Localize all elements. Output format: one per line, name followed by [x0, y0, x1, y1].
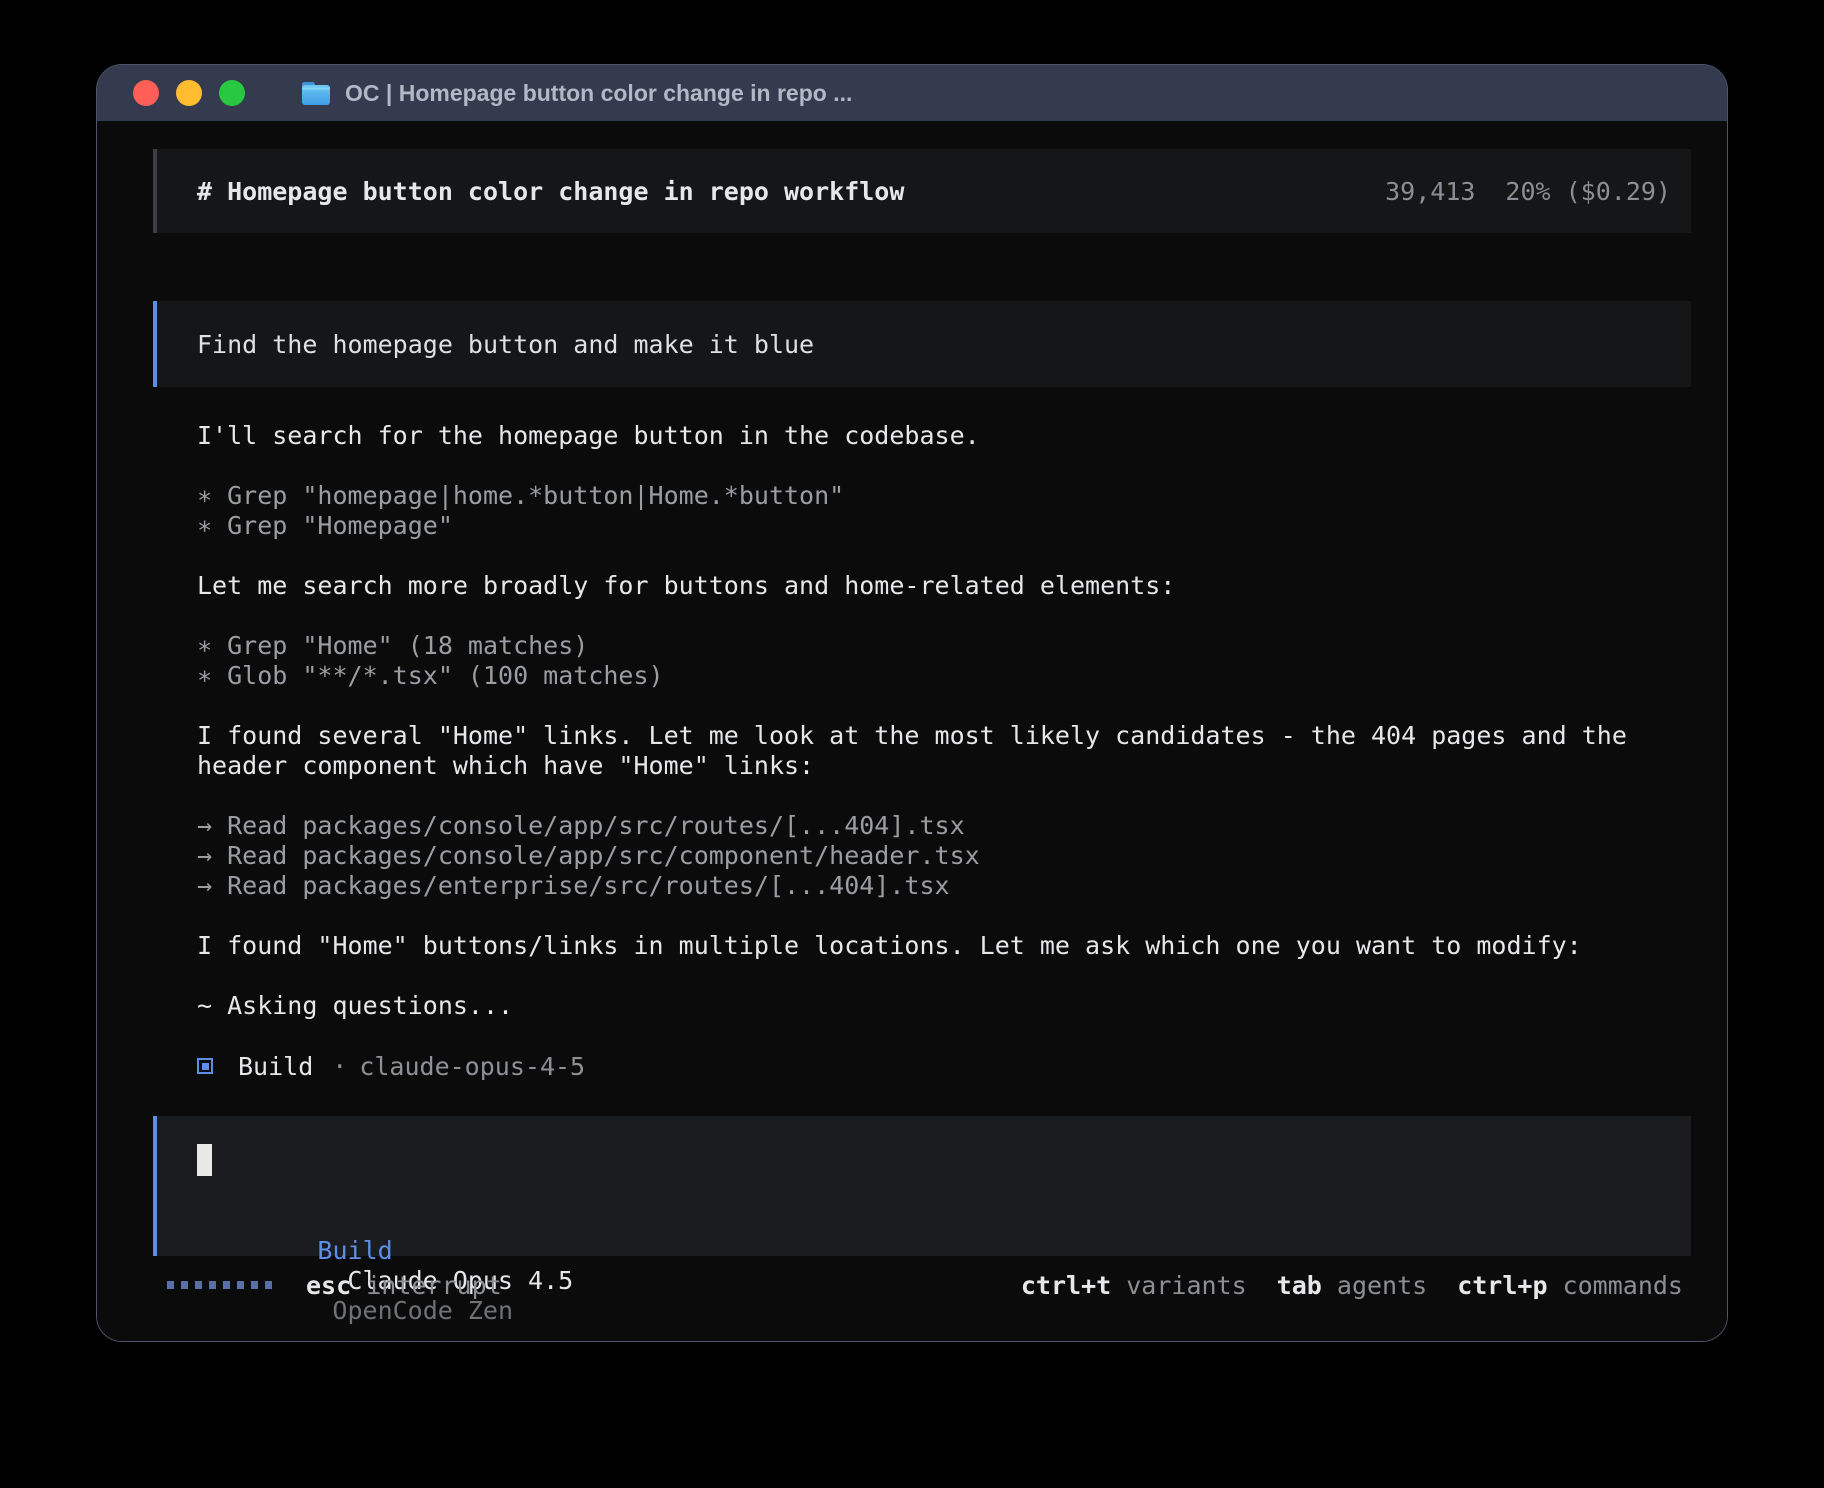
tool-call-line: → Read packages/console/app/src/routes/[…: [197, 811, 1691, 841]
text-cursor: [197, 1144, 212, 1176]
user-message: Find the homepage button and make it blu…: [153, 301, 1691, 387]
assistant-text-block: I found several "Home" links. Let me loo…: [197, 721, 1691, 781]
hint-commands: ctrl+p commands: [1457, 1271, 1683, 1300]
agent-status-line: Build · claude-opus-4-5: [197, 1051, 1691, 1081]
hint-agents: tab agents: [1277, 1271, 1428, 1300]
spinner-dot: [223, 1281, 230, 1289]
assistant-text-block: I found "Home" buttons/links in multiple…: [197, 931, 1691, 961]
spinner-dot: [251, 1281, 258, 1289]
assistant-text-block: I'll search for the homepage button in t…: [197, 421, 1691, 451]
spinner-dot: [237, 1281, 244, 1289]
assistant-text-block: ~ Asking questions...: [197, 991, 1691, 1021]
hint-label: agents: [1337, 1271, 1427, 1300]
session-title: # Homepage button color change in repo w…: [197, 177, 904, 206]
tool-call-line: ∗ Glob "**/*.tsx" (100 matches): [197, 661, 1691, 691]
hint-key: ctrl+p: [1457, 1271, 1547, 1300]
tool-call-block: → Read packages/console/app/src/routes/[…: [197, 811, 1691, 901]
session-stats: 39,413 20% ($0.29): [1385, 177, 1671, 206]
tool-call-line: ∗ Grep "Homepage": [197, 511, 1691, 541]
close-button[interactable]: [133, 80, 159, 106]
spinner-dot: [167, 1281, 174, 1289]
hint-key: esc: [306, 1271, 351, 1300]
window-title: OC | Homepage button color change in rep…: [345, 80, 852, 107]
tool-call-block: ∗ Grep "homepage|home.*button|Home.*butt…: [197, 481, 1691, 541]
prompt-input[interactable]: Build Claude Opus 4.5 OpenCode Zen: [153, 1116, 1691, 1256]
agent-mode-label[interactable]: Build: [317, 1236, 392, 1265]
assistant-text-line: ~ Asking questions...: [197, 991, 1691, 1021]
status-bar-left: esc interrupt: [167, 1271, 502, 1300]
user-message-text: Find the homepage button and make it blu…: [197, 330, 814, 359]
hint-label: [351, 1271, 366, 1300]
token-count: 39,413: [1385, 177, 1475, 206]
minimize-button[interactable]: [176, 80, 202, 106]
hint-interrupt: esc interrupt: [306, 1271, 502, 1300]
hint-label: [1548, 1271, 1563, 1300]
tool-call-block: ∗ Grep "Home" (18 matches)∗ Glob "**/*.t…: [197, 631, 1691, 691]
agent-separator: ·: [332, 1052, 347, 1081]
provider-label: OpenCode Zen: [332, 1296, 513, 1325]
tool-call-line: ∗ Grep "homepage|home.*button|Home.*butt…: [197, 481, 1691, 511]
spinner-dot: [209, 1281, 216, 1289]
hint-label: commands: [1563, 1271, 1683, 1300]
hint-label: interrupt: [366, 1271, 501, 1300]
status-bar-right: ctrl+t variants tab agents ctrl+p comman…: [1021, 1271, 1683, 1300]
traffic-lights: [133, 80, 245, 106]
window-titlebar[interactable]: OC | Homepage button color change in rep…: [97, 65, 1727, 121]
maximize-button[interactable]: [219, 80, 245, 106]
spinner-dot: [195, 1281, 202, 1289]
session-header: # Homepage button color change in repo w…: [153, 149, 1691, 233]
assistant-text-line: Let me search more broadly for buttons a…: [197, 571, 1691, 601]
terminal-content: # Homepage button color change in repo w…: [97, 149, 1727, 1342]
hint-label: [1322, 1271, 1337, 1300]
tool-call-line: → Read packages/console/app/src/componen…: [197, 841, 1691, 871]
tool-call-line: → Read packages/enterprise/src/routes/[.…: [197, 871, 1691, 901]
hint-variants: ctrl+t variants: [1021, 1271, 1247, 1300]
hint-label: [1111, 1271, 1126, 1300]
input-footer: Build Claude Opus 4.5 OpenCode Zen: [197, 1206, 1671, 1236]
assistant-text-line: I found "Home" buttons/links in multiple…: [197, 931, 1691, 961]
agent-name: Build: [238, 1052, 313, 1081]
context-cost: 20% ($0.29): [1505, 177, 1671, 206]
agent-model: claude-opus-4-5: [359, 1052, 585, 1081]
assistant-text-line: I'll search for the homepage button in t…: [197, 421, 1691, 451]
hint-key: tab: [1277, 1271, 1322, 1300]
spinner-dots: [167, 1281, 272, 1289]
hint-key: ctrl+t: [1021, 1271, 1111, 1300]
terminal-window: OC | Homepage button color change in rep…: [96, 64, 1728, 1342]
build-square-icon: [197, 1058, 213, 1074]
assistant-text-line: header component which have "Home" links…: [197, 751, 1691, 781]
folder-icon: [301, 81, 331, 106]
assistant-text-block: Let me search more broadly for buttons a…: [197, 571, 1691, 601]
spinner-dot: [265, 1281, 272, 1289]
assistant-text-line: I found several "Home" links. Let me loo…: [197, 721, 1691, 751]
tool-call-line: ∗ Grep "Home" (18 matches): [197, 631, 1691, 661]
conversation-log: I'll search for the homepage button in t…: [197, 421, 1691, 1021]
hint-label: variants: [1126, 1271, 1246, 1300]
spinner-dot: [181, 1281, 188, 1289]
